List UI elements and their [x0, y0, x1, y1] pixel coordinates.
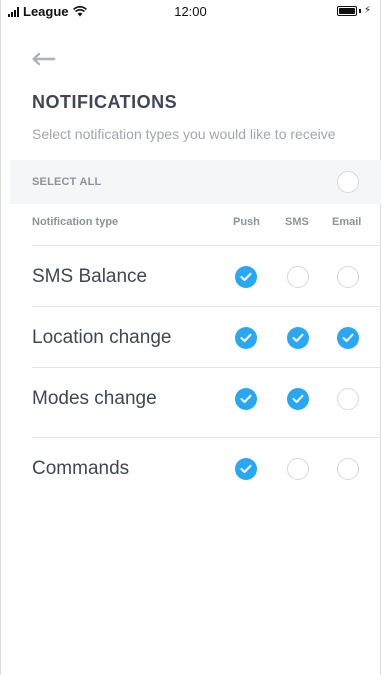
- table-row: SMS Balance: [32, 245, 381, 307]
- push-checkbox[interactable]: [235, 458, 257, 480]
- status-bar: League 12:00 ⚡: [0, 0, 381, 22]
- sms-checkbox[interactable]: [287, 458, 309, 480]
- sms-checkbox[interactable]: [287, 388, 309, 410]
- email-checkbox[interactable]: [337, 327, 359, 349]
- col-header-push: Push: [233, 216, 260, 228]
- row-label: Location change: [32, 327, 172, 348]
- check-icon: [240, 272, 252, 281]
- check-icon: [240, 333, 252, 342]
- check-icon: [342, 333, 354, 342]
- check-icon: [240, 394, 252, 403]
- col-header-type: Notification type: [32, 216, 119, 228]
- check-icon: [240, 464, 252, 473]
- battery-icon: ⚡: [336, 5, 371, 16]
- col-header-email: Email: [332, 216, 362, 228]
- select-all-row[interactable]: SELECT ALL: [10, 160, 381, 204]
- check-icon: [292, 394, 304, 403]
- row-label: SMS Balance: [32, 266, 148, 287]
- check-icon: [292, 333, 304, 342]
- row-label: Commands: [32, 458, 130, 479]
- push-checkbox[interactable]: [235, 266, 257, 288]
- table-row: Modes change: [32, 367, 381, 429]
- email-checkbox[interactable]: [337, 388, 359, 410]
- sms-checkbox[interactable]: [287, 327, 309, 349]
- email-checkbox[interactable]: [337, 266, 359, 288]
- table-row: Commands: [32, 437, 381, 499]
- col-header-sms: SMS: [285, 216, 309, 228]
- sms-checkbox[interactable]: [287, 266, 309, 288]
- table-row: Location change: [32, 306, 381, 368]
- page-title: NOTIFICATIONS: [32, 92, 178, 112]
- page-subtitle: Select notification types you would like…: [32, 126, 336, 142]
- back-arrow-icon: [32, 52, 56, 66]
- back-button[interactable]: [30, 48, 56, 70]
- push-checkbox[interactable]: [235, 388, 257, 410]
- charging-icon: ⚡: [363, 5, 371, 16]
- push-checkbox[interactable]: [235, 327, 257, 349]
- select-all-label: SELECT ALL: [32, 176, 102, 188]
- select-all-checkbox[interactable]: [337, 171, 359, 193]
- status-time: 12:00: [174, 4, 207, 19]
- email-checkbox[interactable]: [337, 458, 359, 480]
- row-label: Modes change: [32, 388, 157, 409]
